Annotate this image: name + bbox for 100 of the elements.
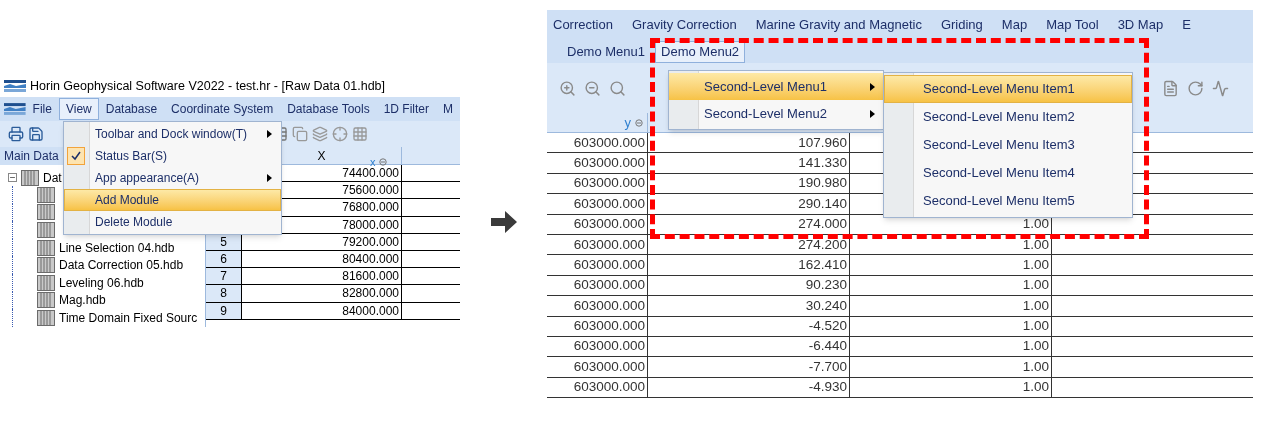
- table-cell: 190.980: [648, 173, 850, 194]
- submenu-arrow-icon: [267, 130, 272, 138]
- table-cell: 603000.000: [547, 173, 648, 194]
- table-cell: 141.330: [648, 153, 850, 173]
- right-arrow-icon: [490, 210, 517, 233]
- table-cell: 603000.000: [547, 133, 648, 153]
- table-cell: 603000.000: [547, 255, 648, 275]
- table-cell: 1.00: [850, 336, 1052, 357]
- check-icon: [67, 147, 85, 165]
- menu-bar-item[interactable]: Database: [98, 98, 165, 120]
- table-cell: 290.140: [648, 194, 850, 214]
- table-cell: 80400.000: [242, 250, 402, 268]
- save-icon[interactable]: [28, 126, 44, 142]
- table-cell: 1.00: [850, 377, 1052, 398]
- menu-bar-item[interactable]: Database Tools: [280, 98, 377, 120]
- table-icon: [37, 274, 55, 291]
- table-icon: [37, 309, 55, 326]
- table-icon: [37, 186, 55, 203]
- wave-icon[interactable]: [1212, 79, 1229, 97]
- table-cell: 84000.000: [242, 302, 402, 319]
- app-logo-icon: [4, 103, 26, 115]
- menu-bar-item[interactable]: Demo Menu1: [561, 41, 652, 63]
- table-cell: 603000.000: [547, 153, 648, 173]
- collapse-icon[interactable]: [8, 173, 17, 182]
- table-cell: 1.00: [850, 296, 1052, 316]
- menu-bar-item[interactable]: View: [58, 98, 99, 120]
- table-icon: [37, 292, 55, 309]
- tree-item[interactable]: Dat: [43, 168, 62, 187]
- menu-bar-item[interactable]: Griding: [940, 14, 983, 35]
- search-icon[interactable]: [609, 79, 626, 97]
- window-title: Horin Geophysical Software V2022 - test.hr - [Raw Data 01.hdb]: [30, 77, 386, 95]
- document-icon[interactable]: [1162, 79, 1179, 97]
- printer-icon[interactable]: [8, 126, 24, 142]
- submenu-arrow-icon: [870, 82, 875, 91]
- table-cell: 603000.000: [547, 234, 648, 255]
- table-cell: 81600.000: [242, 268, 402, 285]
- menu-bar-item[interactable]: 1D Filter: [376, 98, 436, 120]
- menu-bar-item[interactable]: File: [25, 98, 59, 120]
- table-icon: [37, 222, 55, 238]
- tree-item[interactable]: Mag.hdb: [59, 291, 106, 310]
- table-cell: 603000.000: [547, 377, 648, 398]
- table-cell: 603000.000: [547, 214, 648, 234]
- menu-bar-item[interactable]: 3D Map: [1117, 14, 1164, 35]
- menu-bar-item[interactable]: Gravity Correction: [631, 14, 737, 35]
- copy-icon[interactable]: [292, 126, 308, 142]
- menu-bar-item[interactable]: M: [436, 98, 460, 120]
- row-number: 7: [206, 268, 242, 285]
- table-cell: 1.00: [850, 255, 1052, 275]
- layers-icon[interactable]: [312, 126, 328, 142]
- menu-item[interactable]: Add Module: [64, 189, 281, 211]
- rotate-icon[interactable]: [1187, 79, 1204, 97]
- menu-bar-item[interactable]: E: [1182, 14, 1191, 35]
- table-cell: 162.410: [648, 255, 850, 275]
- zoom-in-icon[interactable]: [559, 79, 576, 97]
- table-cell: 1.00: [850, 275, 1052, 296]
- menu-bar-item[interactable]: Map Tool: [1046, 14, 1099, 35]
- submenu-arrow-icon: [870, 109, 875, 118]
- table-cell: 603000.000: [547, 316, 648, 336]
- tree-item[interactable]: Leveling 06.hdb: [59, 273, 144, 292]
- submenu-arrow-icon: [267, 174, 272, 182]
- table-cell: -4.520: [648, 316, 850, 336]
- table-icon: [37, 257, 55, 274]
- table-cell: 1.00: [850, 316, 1052, 336]
- table-icon: [21, 169, 39, 186]
- menu-bar-item[interactable]: Demo Menu2: [655, 41, 746, 63]
- menu-bar-item[interactable]: Marine Gravity and Magnetic: [755, 14, 922, 35]
- menu-item[interactable]: Second-Level Menu1: [669, 73, 883, 100]
- table-cell: -4.930: [648, 377, 850, 398]
- table-cell: 603000.000: [547, 357, 648, 377]
- tree-item[interactable]: Data Correction 05.hdb: [59, 256, 184, 275]
- menu-bar-item[interactable]: Correction: [553, 14, 613, 35]
- menu-item[interactable]: Second-Level Menu Item4: [884, 159, 1132, 187]
- table-cell: 274.000: [648, 214, 850, 234]
- menu-item[interactable]: Second-Level Menu Item1: [884, 75, 1132, 103]
- crosshair-icon[interactable]: [332, 126, 348, 142]
- table-cell: 603000.000: [547, 194, 648, 214]
- menu-item[interactable]: Second-Level Menu Item3: [884, 131, 1132, 159]
- menu-item[interactable]: Second-Level Menu Item5: [884, 187, 1132, 215]
- menu-item[interactable]: Toolbar and Dock window(T): [64, 123, 281, 145]
- menu-item[interactable]: Second-Level Menu2: [669, 100, 883, 127]
- menu-item[interactable]: Second-Level Menu Item2: [884, 103, 1132, 131]
- table-cell: 1.00: [850, 234, 1052, 255]
- menu-bar-item[interactable]: Map: [1001, 14, 1028, 35]
- table-cell: 603000.000: [547, 296, 648, 316]
- panel-title: Main Data: [4, 148, 59, 165]
- filter-icon: [378, 158, 387, 167]
- app-logo-icon: [4, 80, 26, 92]
- tree-item[interactable]: Line Selection 04.hdb: [59, 238, 175, 257]
- zoom-out-icon[interactable]: [584, 79, 601, 97]
- grid-icon[interactable]: [352, 126, 368, 142]
- filter-icon: [635, 118, 643, 127]
- table-cell: -6.440: [648, 336, 850, 357]
- table-cell: 1.00: [850, 357, 1052, 377]
- menu-bar-item[interactable]: Coordinate System: [164, 98, 281, 120]
- tree-item[interactable]: Time Domain Fixed Sourc: [59, 308, 198, 327]
- table-cell: 30.240: [648, 296, 850, 316]
- row-number: 8: [206, 285, 242, 302]
- table-cell: -7.700: [648, 357, 850, 377]
- table-cell: 107.960: [648, 133, 850, 153]
- table-cell: 274.200: [648, 234, 850, 255]
